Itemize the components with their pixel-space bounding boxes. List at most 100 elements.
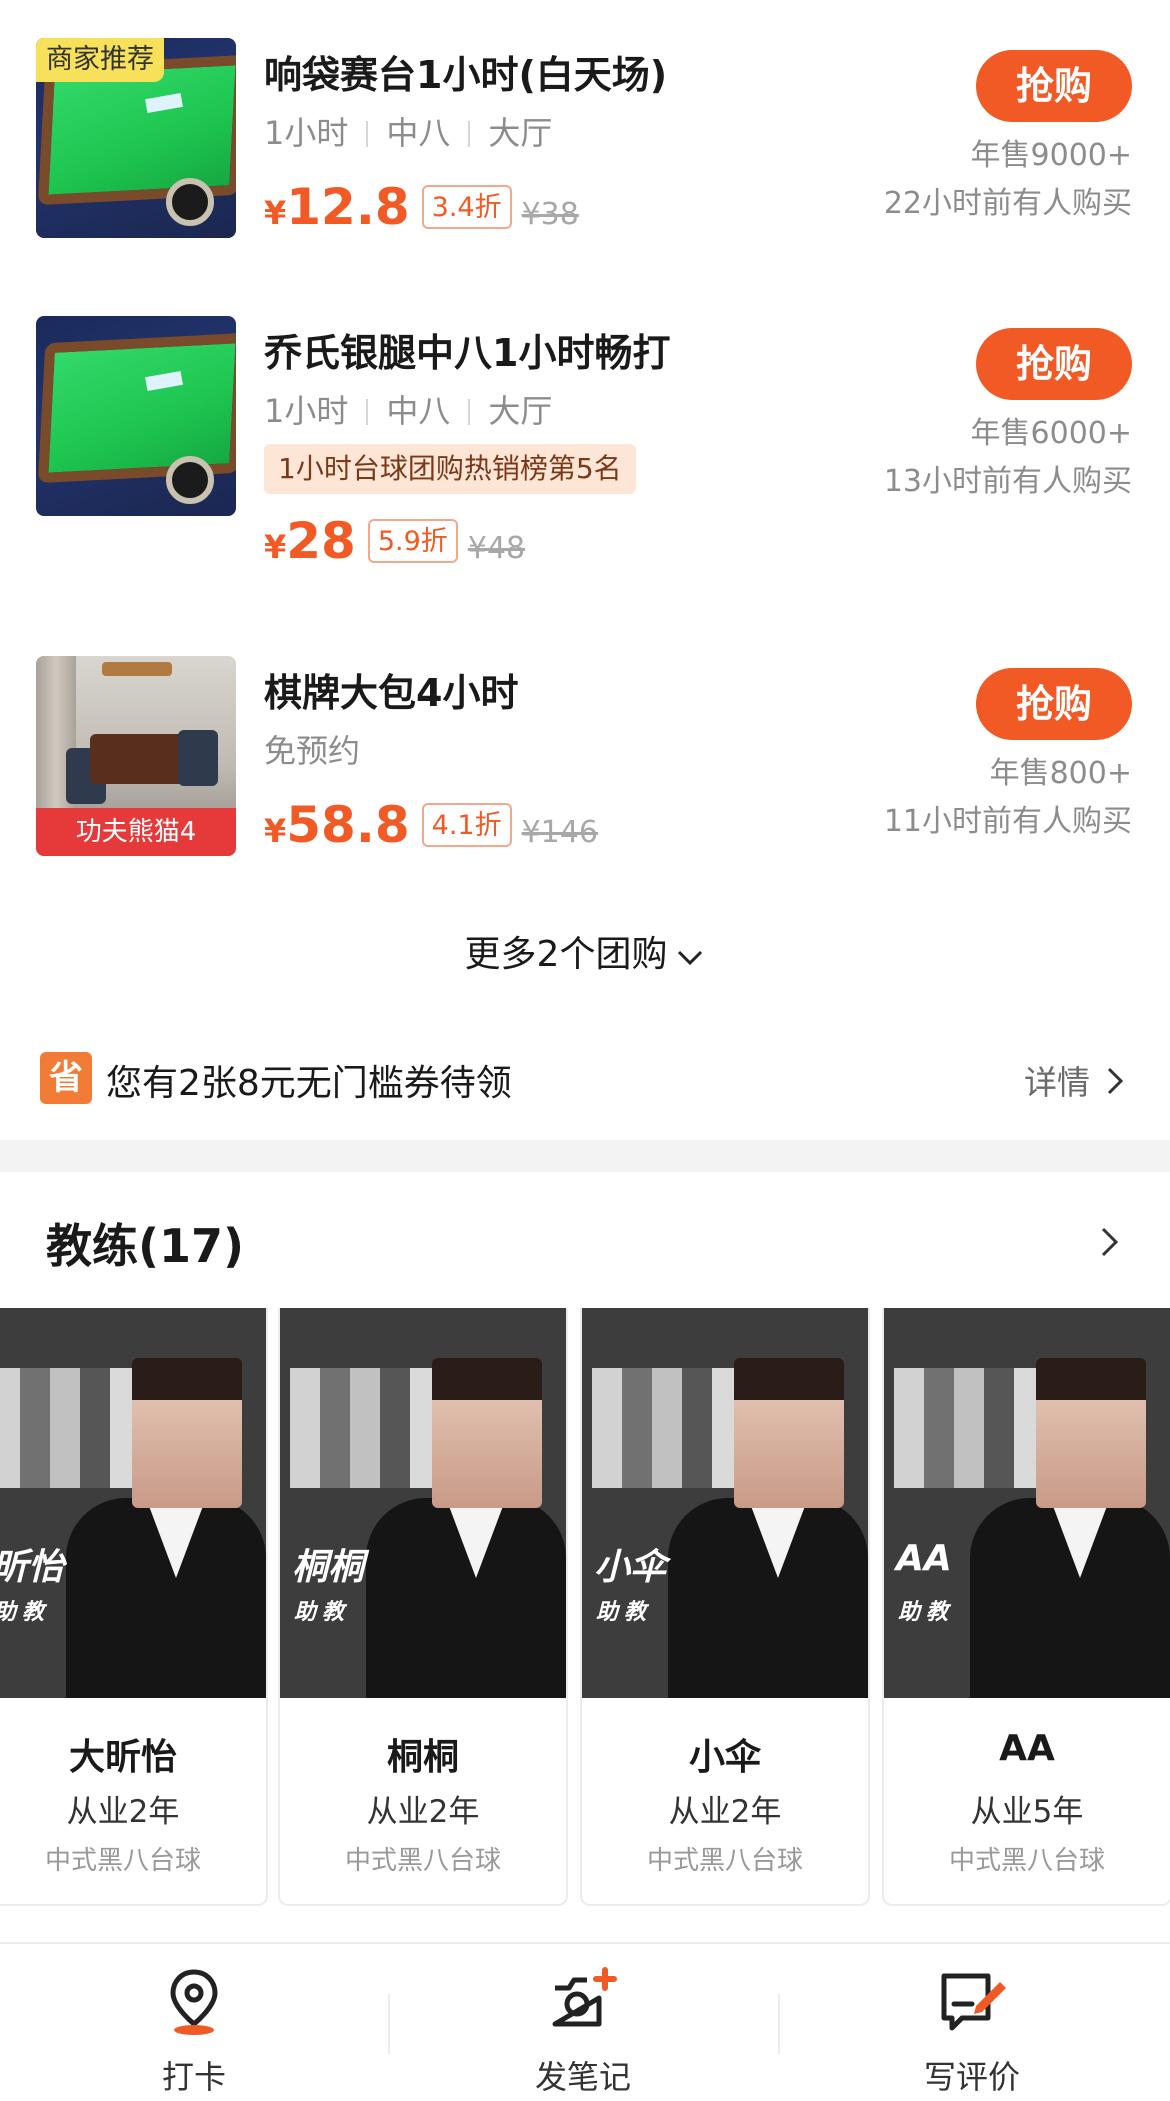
deal-item[interactable]: 商家推荐 响袋赛台1小时(白天场) 1小时 中八 大厅 ¥12.8 3.4折 ¥38… — [0, 38, 1170, 308]
price-row: ¥12.8 3.4折 ¥38 — [264, 178, 579, 236]
coach-name: 大昕怡 — [68, 1737, 177, 1778]
price-row: ¥28 5.9折 ¥48 — [264, 512, 525, 570]
deal-thumbnail[interactable] — [36, 316, 236, 516]
coach-photo: 昕怡 助教 — [0, 1308, 266, 1698]
coach-photo: 桐桐 助教 — [280, 1308, 566, 1698]
price-value: 58.8 — [286, 796, 410, 854]
recent-purchase: 13小时前有人购买 — [883, 464, 1132, 499]
deal-tag: 1小时 — [264, 114, 349, 152]
coach-role: 助教 — [294, 1600, 351, 1625]
location-pin-icon — [44, 1966, 344, 2042]
write-review-label: 写评价 — [923, 2058, 1020, 2096]
coach-brand-name: 桐桐 — [292, 1547, 365, 1588]
savings-icon: 省 — [40, 1052, 92, 1104]
checkin-label: 打卡 — [161, 2058, 226, 2096]
deal-title[interactable]: 乔氏银腿中八1小时畅打 — [264, 322, 670, 377]
blurred-face — [734, 1358, 844, 1508]
deal-item[interactable]: 功夫熊猫4 棋牌大包4小时 免预约 ¥58.8 4.1折 ¥146 抢购 年售8… — [0, 656, 1170, 926]
price-value: 12.8 — [286, 178, 410, 236]
ranking-badge[interactable]: 1小时台球团购热销榜第5名 — [264, 444, 636, 494]
buy-button[interactable]: 抢购 — [976, 328, 1132, 400]
currency-symbol: ¥ — [264, 812, 287, 850]
promo-badge: 功夫熊猫4 — [36, 808, 236, 856]
coach-role: 助教 — [898, 1600, 955, 1625]
price-value: 28 — [286, 512, 356, 570]
table-pocket — [166, 178, 214, 226]
coupon-text: 您有2张8元无门槛券待领 — [106, 1063, 512, 1104]
coach-name: 小伞 — [688, 1737, 761, 1778]
discount-badge: 5.9折 — [367, 519, 458, 563]
original-price: ¥48 — [467, 531, 526, 566]
buy-button[interactable]: 抢购 — [976, 668, 1132, 740]
tag-divider — [468, 121, 471, 147]
bottom-action-bar: 打卡 发笔记 写评价 — [0, 1942, 1170, 2101]
chevron-down-icon — [675, 936, 705, 977]
coach-experience: 从业2年 — [366, 1794, 480, 1830]
coach-specialty: 中式黑八台球 — [646, 1846, 803, 1876]
deal-price: ¥58.8 — [264, 796, 410, 854]
room-lamp — [102, 662, 172, 676]
blurred-face — [1036, 1358, 1146, 1508]
coach-card[interactable]: AA 助教 AA 从业5年 中式黑八台球 — [882, 1308, 1170, 1906]
coupon-detail-link[interactable]: 详情 — [1024, 1056, 1124, 1104]
deal-tags: 1小时 中八 大厅 — [264, 108, 552, 154]
recent-purchase: 22小时前有人购买 — [883, 186, 1132, 221]
coach-role: 助教 — [0, 1600, 51, 1625]
tag-divider — [468, 399, 471, 425]
bottom-divider — [778, 1994, 780, 2054]
checkin-button[interactable]: 打卡 — [44, 1966, 344, 2098]
coaches-title: 教练(17) — [46, 1219, 245, 1273]
tag-divider — [366, 121, 369, 147]
coach-experience: 从业2年 — [66, 1794, 180, 1830]
coach-brand-name: 昕怡 — [0, 1547, 65, 1588]
deal-tags: 免预约 — [264, 726, 360, 772]
merchant-recommend-badge: 商家推荐 — [36, 38, 164, 82]
coach-specialty: 中式黑八台球 — [44, 1846, 201, 1876]
table-pocket — [166, 456, 214, 504]
blurred-face — [432, 1358, 542, 1508]
currency-symbol: ¥ — [264, 528, 287, 566]
coach-photo: 小伞 助教 — [582, 1308, 868, 1698]
coach-experience: 从业2年 — [668, 1794, 782, 1830]
coupon-banner[interactable]: 省 您有2张8元无门槛券待领 详情 — [0, 1040, 1170, 1120]
deal-tag: 中八 — [386, 392, 451, 430]
coach-specialty: 中式黑八台球 — [948, 1846, 1105, 1876]
detail-label: 详情 — [1024, 1063, 1090, 1102]
deal-tag: 中八 — [386, 114, 451, 152]
coach-card[interactable]: 小伞 助教 小伞 从业2年 中式黑八台球 — [580, 1308, 870, 1906]
deal-thumbnail[interactable]: 功夫熊猫4 — [36, 656, 236, 856]
more-deals-button[interactable]: 更多2个团购 — [0, 925, 1170, 977]
tag-divider — [366, 399, 369, 425]
coach-carousel[interactable]: 昕怡 助教 大昕怡 从业2年 中式黑八台球 桐桐 助教 桐桐 从业2年 中式黑八… — [0, 1308, 1170, 1908]
coach-specialty: 中式黑八台球 — [344, 1846, 501, 1876]
deal-title[interactable]: 棋牌大包4小时 — [264, 662, 518, 717]
buy-button[interactable]: 抢购 — [976, 50, 1132, 122]
edit-review-icon — [822, 1966, 1122, 2042]
coach-card[interactable]: 桐桐 助教 桐桐 从业2年 中式黑八台球 — [278, 1308, 568, 1906]
blurred-logo — [0, 1368, 140, 1488]
chevron-right-icon[interactable] — [1100, 1226, 1120, 1262]
coach-name: 桐桐 — [386, 1737, 459, 1778]
write-review-button[interactable]: 写评价 — [822, 1966, 1122, 2098]
coach-brand-name: 小伞 — [594, 1547, 667, 1588]
currency-symbol: ¥ — [264, 194, 287, 232]
post-note-label: 发笔记 — [534, 2058, 631, 2096]
coach-experience: 从业5年 — [970, 1794, 1084, 1830]
coach-brand-name: AA — [896, 1538, 952, 1579]
blurred-logo — [592, 1368, 742, 1488]
deal-thumbnail[interactable]: 商家推荐 — [36, 38, 236, 238]
more-deals-label: 更多2个团购 — [464, 934, 668, 975]
coach-photo: AA 助教 — [884, 1308, 1170, 1698]
annual-sales: 年售6000+ — [970, 416, 1132, 451]
original-price: ¥146 — [521, 815, 598, 850]
deal-item[interactable]: 乔氏银腿中八1小时畅打 1小时 中八 大厅 1小时台球团购热销榜第5名 ¥28 5.… — [0, 316, 1170, 586]
post-note-button[interactable]: 发笔记 — [433, 1966, 733, 2098]
deal-tag: 1小时 — [264, 392, 349, 430]
coach-card[interactable]: 昕怡 助教 大昕怡 从业2年 中式黑八台球 — [0, 1308, 268, 1906]
coach-name: AA — [999, 1728, 1055, 1769]
section-divider — [0, 1140, 1170, 1172]
deal-title[interactable]: 响袋赛台1小时(白天场) — [264, 44, 667, 99]
chevron-right-icon — [1106, 1065, 1124, 1104]
coach-role: 助教 — [596, 1600, 653, 1625]
original-price: ¥38 — [521, 197, 579, 232]
